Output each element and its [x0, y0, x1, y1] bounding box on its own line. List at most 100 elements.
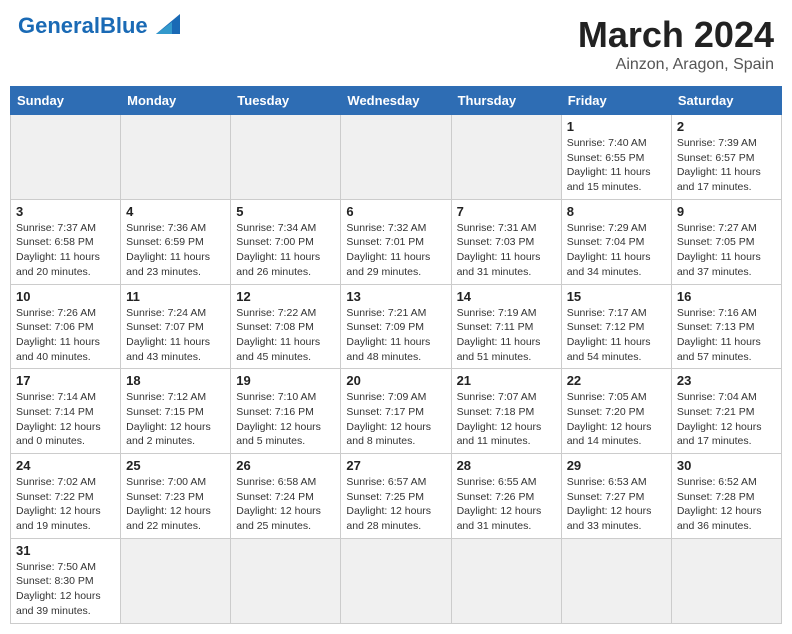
calendar-cell	[231, 115, 341, 200]
calendar-cell: 24 Sunrise: 7:02 AM Sunset: 7:22 PM Dayli…	[11, 454, 121, 539]
day-info: Sunrise: 6:57 AM Sunset: 7:25 PM Dayligh…	[346, 475, 445, 534]
calendar-cell: 8Sunrise: 7:29 AM Sunset: 7:04 PM Daylig…	[561, 199, 671, 284]
day-number: 27	[346, 458, 445, 473]
calendar-cell: 23Sunrise: 7:04 AM Sunset: 7:21 PM Dayli…	[671, 369, 781, 454]
calendar-cell: 25Sunrise: 7:00 AM Sunset: 7:23 PM Dayli…	[121, 454, 231, 539]
day-info: Sunrise: 7:24 AM Sunset: 7:07 PM Dayligh…	[126, 306, 225, 365]
calendar-week-4: 24 Sunrise: 7:02 AM Sunset: 7:22 PM Dayli…	[11, 454, 782, 539]
calendar-week-3: 17 Sunrise: 7:14 AM Sunset: 7:14 PM Dayli…	[11, 369, 782, 454]
days-of-week-row: SundayMondayTuesdayWednesdayThursdayFrid…	[11, 87, 782, 115]
calendar-week-5: 31 Sunrise: 7:50 AM Sunset: 8:30 PM Dayli…	[11, 538, 782, 623]
calendar-cell	[11, 115, 121, 200]
logo-icon	[152, 10, 180, 38]
calendar-week-2: 10Sunrise: 7:26 AM Sunset: 7:06 PM Dayli…	[11, 284, 782, 369]
day-number: 29	[567, 458, 666, 473]
calendar-cell: 17 Sunrise: 7:14 AM Sunset: 7:14 PM Dayli…	[11, 369, 121, 454]
day-info: Sunrise: 7:27 AM Sunset: 7:05 PM Dayligh…	[677, 221, 776, 280]
calendar-cell: 28 Sunrise: 6:55 AM Sunset: 7:26 PM Dayli…	[451, 454, 561, 539]
calendar-cell: 14Sunrise: 7:19 AM Sunset: 7:11 PM Dayli…	[451, 284, 561, 369]
day-info: Sunrise: 6:55 AM Sunset: 7:26 PM Dayligh…	[457, 475, 556, 534]
calendar-cell: 7 Sunrise: 7:31 AM Sunset: 7:03 PM Daylig…	[451, 199, 561, 284]
day-info: Sunrise: 7:32 AM Sunset: 7:01 PM Dayligh…	[346, 221, 445, 280]
calendar-cell: 9 Sunrise: 7:27 AM Sunset: 7:05 PM Daylig…	[671, 199, 781, 284]
day-info: Sunrise: 7:02 AM Sunset: 7:22 PM Dayligh…	[16, 475, 115, 534]
day-info: Sunrise: 7:40 AM Sunset: 6:55 PM Dayligh…	[567, 136, 666, 195]
day-info: Sunrise: 7:05 AM Sunset: 7:20 PM Dayligh…	[567, 390, 666, 449]
day-info: Sunrise: 7:31 AM Sunset: 7:03 PM Dayligh…	[457, 221, 556, 280]
header: GeneralBlue March 2024 Ainzon, Aragon, S…	[10, 10, 782, 78]
day-info: Sunrise: 7:50 AM Sunset: 8:30 PM Dayligh…	[16, 560, 115, 619]
calendar-cell	[341, 538, 451, 623]
logo: GeneralBlue	[18, 14, 180, 38]
calendar-cell: 18Sunrise: 7:12 AM Sunset: 7:15 PM Dayli…	[121, 369, 231, 454]
day-number: 3	[16, 204, 115, 219]
subtitle: Ainzon, Aragon, Spain	[578, 56, 774, 74]
calendar-cell	[231, 538, 341, 623]
day-header-friday: Friday	[561, 87, 671, 115]
day-number: 20	[346, 373, 445, 388]
day-info: Sunrise: 7:37 AM Sunset: 6:58 PM Dayligh…	[16, 221, 115, 280]
day-info: Sunrise: 7:21 AM Sunset: 7:09 PM Dayligh…	[346, 306, 445, 365]
main-title: March 2024	[578, 14, 774, 56]
day-number: 5	[236, 204, 335, 219]
day-number: 11	[126, 289, 225, 304]
day-info: Sunrise: 7:36 AM Sunset: 6:59 PM Dayligh…	[126, 221, 225, 280]
calendar-cell: 27 Sunrise: 6:57 AM Sunset: 7:25 PM Dayli…	[341, 454, 451, 539]
day-number: 28	[457, 458, 556, 473]
day-info: Sunrise: 7:39 AM Sunset: 6:57 PM Dayligh…	[677, 136, 776, 195]
day-number: 12	[236, 289, 335, 304]
day-number: 1	[567, 119, 666, 134]
calendar-cell	[341, 115, 451, 200]
calendar-week-1: 3 Sunrise: 7:37 AM Sunset: 6:58 PM Daylig…	[11, 199, 782, 284]
day-header-monday: Monday	[121, 87, 231, 115]
day-number: 4	[126, 204, 225, 219]
calendar-cell: 4 Sunrise: 7:36 AM Sunset: 6:59 PM Daylig…	[121, 199, 231, 284]
day-number: 19	[236, 373, 335, 388]
title-area: March 2024 Ainzon, Aragon, Spain	[578, 14, 774, 74]
day-number: 31	[16, 543, 115, 558]
day-number: 9	[677, 204, 776, 219]
day-number: 15	[567, 289, 666, 304]
day-info: Sunrise: 7:19 AM Sunset: 7:11 PM Dayligh…	[457, 306, 556, 365]
calendar-cell: 20 Sunrise: 7:09 AM Sunset: 7:17 PM Dayli…	[341, 369, 451, 454]
day-number: 22	[567, 373, 666, 388]
day-info: Sunrise: 7:34 AM Sunset: 7:00 PM Dayligh…	[236, 221, 335, 280]
day-number: 6	[346, 204, 445, 219]
day-info: Sunrise: 7:22 AM Sunset: 7:08 PM Dayligh…	[236, 306, 335, 365]
calendar-cell: 29Sunrise: 6:53 AM Sunset: 7:27 PM Dayli…	[561, 454, 671, 539]
day-info: Sunrise: 7:00 AM Sunset: 7:23 PM Dayligh…	[126, 475, 225, 534]
day-header-sunday: Sunday	[11, 87, 121, 115]
logo-blue: Blue	[100, 13, 148, 38]
day-number: 7	[457, 204, 556, 219]
day-info: Sunrise: 7:14 AM Sunset: 7:14 PM Dayligh…	[16, 390, 115, 449]
calendar-cell: 1 Sunrise: 7:40 AM Sunset: 6:55 PM Daylig…	[561, 115, 671, 200]
day-number: 16	[677, 289, 776, 304]
day-info: Sunrise: 7:17 AM Sunset: 7:12 PM Dayligh…	[567, 306, 666, 365]
calendar-cell: 22 Sunrise: 7:05 AM Sunset: 7:20 PM Dayli…	[561, 369, 671, 454]
day-number: 13	[346, 289, 445, 304]
calendar-cell: 6 Sunrise: 7:32 AM Sunset: 7:01 PM Daylig…	[341, 199, 451, 284]
day-number: 26	[236, 458, 335, 473]
calendar-cell: 26 Sunrise: 6:58 AM Sunset: 7:24 PM Dayli…	[231, 454, 341, 539]
day-header-saturday: Saturday	[671, 87, 781, 115]
calendar-cell	[121, 115, 231, 200]
calendar-cell: 21Sunrise: 7:07 AM Sunset: 7:18 PM Dayli…	[451, 369, 561, 454]
day-number: 17	[16, 373, 115, 388]
day-info: Sunrise: 7:10 AM Sunset: 7:16 PM Dayligh…	[236, 390, 335, 449]
calendar-table: SundayMondayTuesdayWednesdayThursdayFrid…	[10, 86, 782, 624]
day-number: 24	[16, 458, 115, 473]
day-info: Sunrise: 7:16 AM Sunset: 7:13 PM Dayligh…	[677, 306, 776, 365]
calendar-cell: 11 Sunrise: 7:24 AM Sunset: 7:07 PM Dayli…	[121, 284, 231, 369]
day-number: 8	[567, 204, 666, 219]
calendar-cell: 31 Sunrise: 7:50 AM Sunset: 8:30 PM Dayli…	[11, 538, 121, 623]
calendar-cell: 10Sunrise: 7:26 AM Sunset: 7:06 PM Dayli…	[11, 284, 121, 369]
calendar-cell: 19 Sunrise: 7:10 AM Sunset: 7:16 PM Dayli…	[231, 369, 341, 454]
day-info: Sunrise: 7:12 AM Sunset: 7:15 PM Dayligh…	[126, 390, 225, 449]
calendar-cell: 2Sunrise: 7:39 AM Sunset: 6:57 PM Daylig…	[671, 115, 781, 200]
day-info: Sunrise: 7:09 AM Sunset: 7:17 PM Dayligh…	[346, 390, 445, 449]
day-info: Sunrise: 6:58 AM Sunset: 7:24 PM Dayligh…	[236, 475, 335, 534]
day-number: 21	[457, 373, 556, 388]
calendar-cell: 5 Sunrise: 7:34 AM Sunset: 7:00 PM Daylig…	[231, 199, 341, 284]
day-header-wednesday: Wednesday	[341, 87, 451, 115]
day-number: 10	[16, 289, 115, 304]
